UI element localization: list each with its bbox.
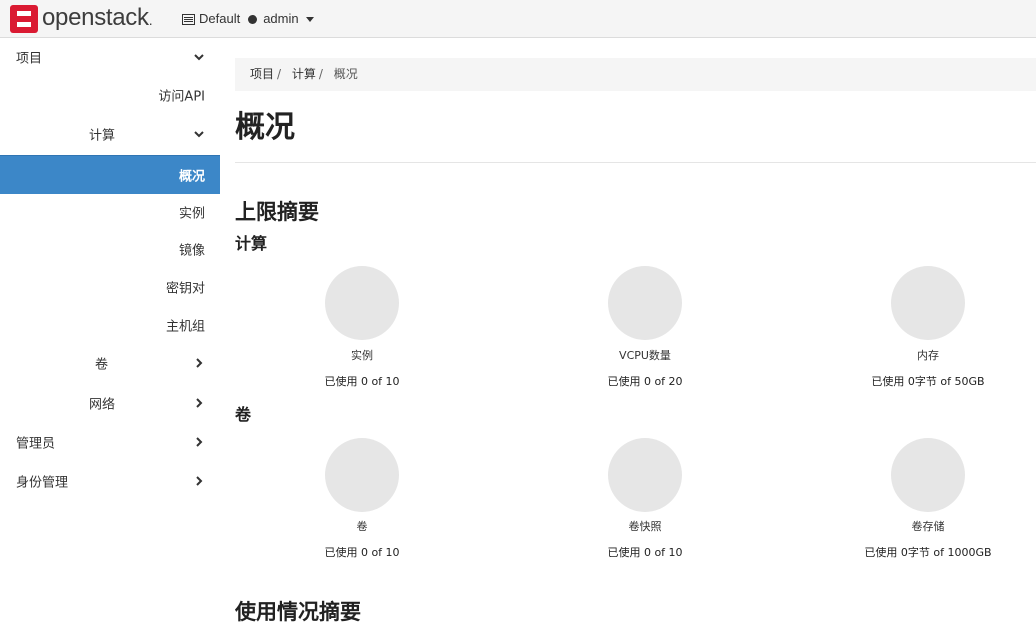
chevron-down-icon: [194, 54, 204, 61]
openstack-logo[interactable]: openstack.: [10, 4, 153, 33]
sidebar-nav: 项目 访问API 计算 概况 实例 镜像 密钥对 主机组 卷 网络 管理员 身份…: [0, 38, 220, 614]
usage-summary-heading: 使用情况摘要: [235, 600, 361, 624]
sidebar-item-volumes[interactable]: 卷: [0, 344, 220, 382]
volumes-usage: 已使用 0 of 10: [324, 546, 400, 559]
vcpu-pie-chart: [608, 266, 682, 340]
vcpu-label: VCPU数量: [619, 349, 671, 362]
volume-snapshots-label: 卷快照: [628, 520, 662, 533]
sidebar-item-network[interactable]: 网络: [0, 384, 220, 422]
title-divider: [235, 162, 1036, 163]
top-navbar: openstack. Default admin: [0, 0, 1036, 38]
separator-dot-icon: [248, 14, 258, 24]
chevron-down-icon: [194, 131, 204, 138]
breadcrumb-item-overview: 概况: [333, 67, 358, 81]
main-content: 项目 / 计算 / 概况 概况 上限摘要 计算 实例 已使用 0 of 10 VCP…: [235, 38, 1036, 624]
ram-pie-chart: [891, 266, 965, 340]
page-title: 概况: [235, 110, 295, 145]
volume-storage-usage: 已使用 0字节 of 1000GB: [864, 546, 992, 559]
sidebar-item-server-groups[interactable]: 主机组: [0, 306, 220, 344]
server-icon: [182, 13, 195, 25]
instances-label: 实例: [351, 349, 373, 362]
volume-heading: 卷: [235, 405, 252, 424]
breadcrumb: 项目 / 计算 / 概况: [235, 58, 1036, 91]
volumes-pie-chart: [325, 438, 399, 512]
sidebar-item-compute[interactable]: 计算: [0, 115, 220, 153]
project-user-name: admin: [263, 11, 299, 26]
instances-pie-chart: [325, 266, 399, 340]
domain-name: Default: [199, 11, 241, 26]
project-selector[interactable]: Default admin: [182, 11, 314, 27]
sidebar-item-project[interactable]: 项目: [0, 38, 220, 76]
breadcrumb-item-compute[interactable]: 计算: [292, 67, 316, 81]
caret-down-icon: [305, 16, 314, 22]
volume-storage-label: 卷存储: [911, 520, 945, 533]
ram-usage: 已使用 0字节 of 50GB: [871, 375, 985, 388]
volume-snapshots-usage: 已使用 0 of 10: [607, 546, 683, 559]
volume-storage-pie-chart: [891, 438, 965, 512]
sidebar-item-instances[interactable]: 实例: [0, 194, 220, 230]
limit-summary-heading: 上限摘要: [235, 200, 319, 224]
breadcrumb-item-project[interactable]: 项目: [250, 67, 274, 81]
sidebar-item-identity[interactable]: 身份管理: [0, 462, 220, 500]
brand-name: openstack.: [42, 4, 153, 31]
chevron-right-icon: [196, 476, 203, 486]
volume-snapshots-pie-chart: [608, 438, 682, 512]
sidebar-item-api-access[interactable]: 访问API: [0, 76, 220, 114]
volumes-label: 卷: [356, 520, 368, 533]
vcpu-usage: 已使用 0 of 20: [607, 375, 683, 388]
sidebar-item-overview[interactable]: 概况: [0, 155, 220, 194]
chevron-right-icon: [196, 358, 203, 368]
openstack-logo-icon: [10, 5, 38, 33]
chevron-right-icon: [196, 398, 203, 408]
sidebar-item-images[interactable]: 镜像: [0, 230, 220, 267]
compute-heading: 计算: [235, 234, 268, 253]
instances-usage: 已使用 0 of 10: [324, 375, 400, 388]
chevron-right-icon: [196, 437, 203, 447]
sidebar-item-keypairs[interactable]: 密钥对: [0, 268, 220, 306]
ram-label: 内存: [917, 349, 939, 362]
sidebar-item-admin[interactable]: 管理员: [0, 423, 220, 461]
